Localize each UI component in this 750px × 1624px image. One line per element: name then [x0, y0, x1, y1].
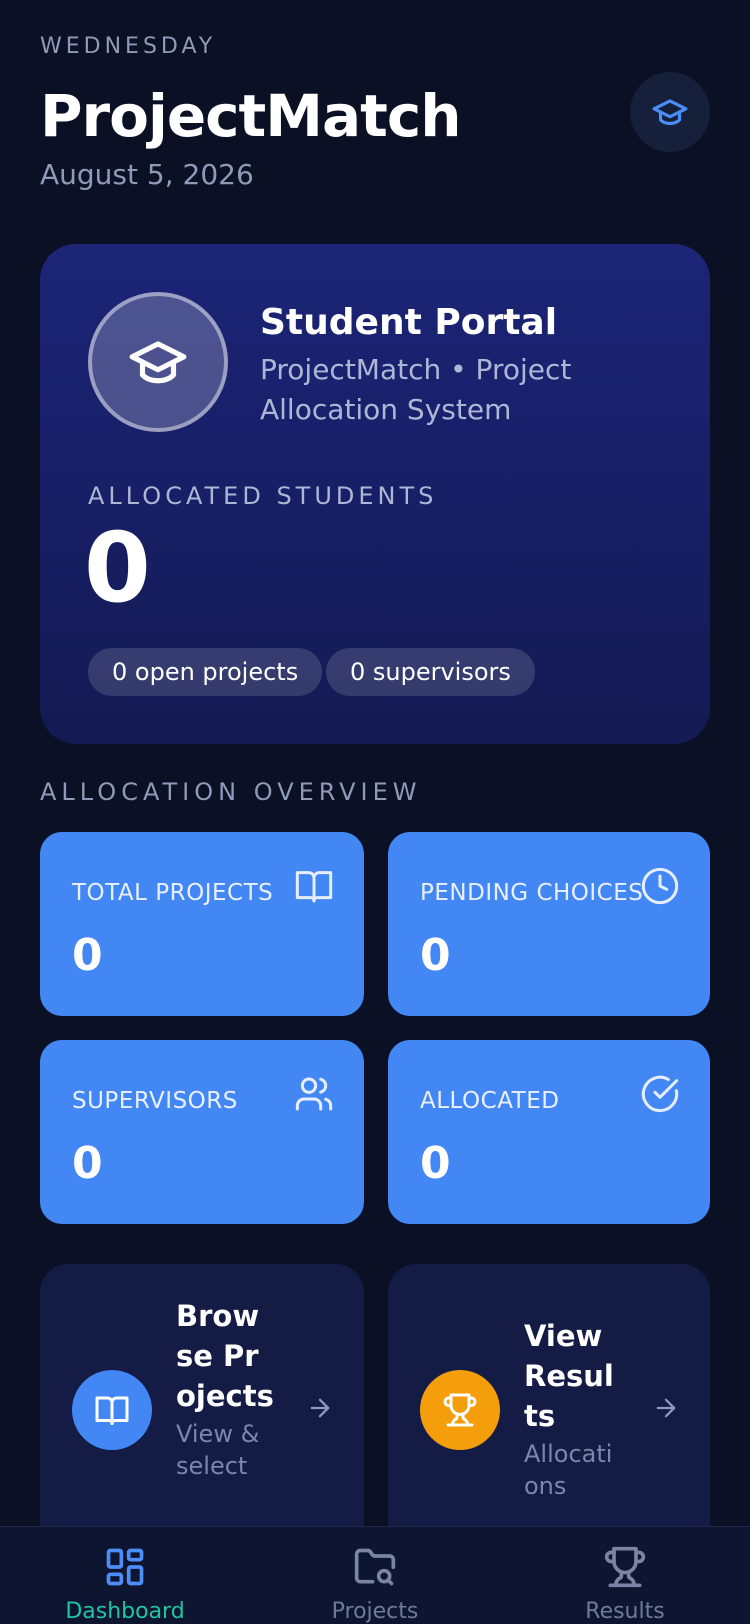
profile-button[interactable]	[630, 72, 710, 152]
weekday-label: WEDNESDAY	[40, 34, 217, 59]
clock-icon	[641, 867, 679, 905]
student-portal-card: Student Portal ProjectMatch • Project Al…	[40, 244, 710, 744]
tab-projects[interactable]: Projects	[295, 1545, 455, 1624]
action-subtitle: Allocations	[524, 1440, 613, 1500]
browse-projects-card[interactable]: Browse Projects View & select	[40, 1264, 364, 1564]
book-open-icon	[95, 1396, 129, 1425]
stat-value: 0	[420, 930, 451, 981]
arrow-right-icon	[310, 1398, 330, 1418]
view-results-card[interactable]: View Results Allocations	[388, 1264, 710, 1564]
portal-avatar	[88, 292, 228, 432]
portal-title: Student Portal	[260, 302, 558, 343]
graduation-cap-icon	[129, 341, 187, 384]
supervisors-pill: 0 supervisors	[326, 648, 535, 696]
stat-value: 0	[72, 930, 103, 981]
stat-value: 0	[72, 1138, 103, 1189]
stat-label: SUPERVISORS	[72, 1088, 238, 1114]
view-results-icon-circle	[420, 1370, 500, 1450]
bottom-tab-bar: Dashboard Projects Results	[0, 1526, 750, 1624]
tab-label: Dashboard	[65, 1599, 185, 1624]
tab-results[interactable]: Results	[545, 1545, 705, 1624]
header: WEDNESDAY ProjectMatch August 5, 2026	[40, 34, 710, 194]
open-projects-pill: 0 open projects	[88, 648, 323, 696]
allocation-overview-heading: ALLOCATION OVERVIEW	[40, 778, 422, 806]
tab-dashboard[interactable]: Dashboard	[45, 1545, 205, 1624]
stat-label: ALLOCATED	[420, 1088, 560, 1114]
grid-icon	[106, 1548, 144, 1586]
stat-card-total-projects[interactable]: TOTAL PROJECTS 0	[40, 832, 364, 1016]
allocated-students-value: 0	[84, 512, 151, 624]
users-icon	[295, 1077, 333, 1111]
action-title: Browse Projects	[176, 1299, 274, 1413]
page-title: ProjectMatch	[40, 82, 462, 150]
trophy-icon	[443, 1393, 477, 1427]
book-open-icon	[295, 871, 333, 903]
folder-search-icon	[354, 1548, 396, 1586]
arrow-right-icon	[656, 1398, 676, 1418]
browse-projects-icon-circle	[72, 1370, 152, 1450]
check-circle-icon	[641, 1075, 679, 1113]
allocated-students-label: ALLOCATED STUDENTS	[88, 482, 438, 510]
trophy-icon	[604, 1546, 646, 1588]
date-label: August 5, 2026	[40, 158, 254, 191]
action-subtitle: View & select	[176, 1420, 260, 1480]
stat-card-pending-choices[interactable]: PENDING CHOICES 0	[388, 832, 710, 1016]
portal-subtitle: ProjectMatch • Project Allocation System	[260, 353, 572, 426]
graduation-cap-icon	[652, 99, 688, 126]
stat-card-allocated[interactable]: ALLOCATED 0	[388, 1040, 710, 1224]
stat-label: TOTAL PROJECTS	[72, 880, 274, 906]
tab-label: Projects	[331, 1599, 419, 1624]
stat-label: PENDING CHOICES	[420, 880, 644, 906]
tab-label: Results	[585, 1599, 665, 1624]
stat-value: 0	[420, 1138, 451, 1189]
action-title: View Results	[524, 1319, 614, 1433]
stat-card-supervisors[interactable]: SUPERVISORS 0	[40, 1040, 364, 1224]
